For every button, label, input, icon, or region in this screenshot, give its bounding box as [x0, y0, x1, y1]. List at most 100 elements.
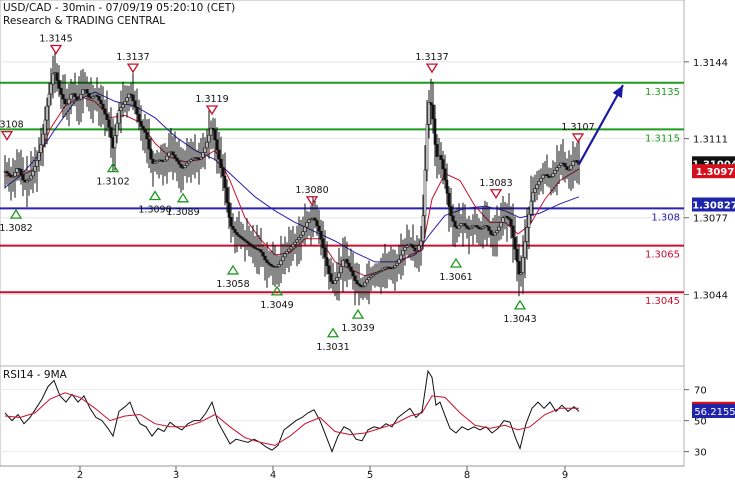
candle-body — [129, 93, 133, 96]
candle-body — [141, 125, 145, 130]
swing-high-label: 1.3107 — [561, 122, 594, 133]
x-tick-label: 5 — [367, 470, 373, 480]
candle-body — [201, 152, 205, 158]
price-y-tick-label: 1.3144 — [693, 58, 728, 69]
candle-body — [323, 247, 327, 258]
candle-body — [451, 215, 455, 222]
candle-body — [209, 127, 213, 136]
candle-body — [495, 230, 499, 234]
candle-body — [65, 103, 69, 105]
candle-body — [123, 101, 127, 105]
candle-body — [75, 96, 79, 101]
candle-body — [93, 94, 97, 98]
candle-body — [295, 239, 299, 243]
candle-body — [291, 244, 295, 248]
candle-body — [145, 132, 149, 140]
candle-body — [551, 173, 555, 177]
candle-body — [197, 158, 201, 160]
candle-body — [231, 226, 235, 230]
candle-body — [179, 163, 183, 168]
candle-body — [245, 240, 249, 243]
candle-body — [37, 152, 41, 161]
swing-high-label: 1.3137 — [116, 52, 149, 63]
candle-body — [21, 174, 25, 181]
candle-body — [103, 108, 107, 115]
candle-body — [347, 262, 351, 268]
candle-body — [217, 149, 221, 160]
candle-body — [101, 103, 105, 110]
candle-body — [187, 160, 191, 164]
candle-body — [45, 105, 49, 121]
candle-body — [345, 258, 349, 264]
candle-body — [533, 188, 537, 193]
candle-body — [251, 245, 255, 248]
candle-body — [139, 120, 143, 127]
candle-body — [41, 133, 45, 146]
candle-body — [537, 181, 541, 186]
swing-high-label: 1.3108 — [0, 120, 24, 131]
candle-body — [9, 174, 13, 178]
candle-body — [447, 193, 451, 207]
candle-body — [425, 124, 429, 171]
level-label: 1.3045 — [645, 296, 680, 307]
candle-body — [249, 243, 253, 247]
candle-body — [175, 157, 179, 162]
candle-body — [247, 242, 251, 245]
candle-body — [157, 159, 161, 162]
rsi-title: RSI14 - 9MA — [3, 369, 68, 381]
candle-body — [13, 172, 17, 177]
candle-body — [173, 154, 177, 159]
candle-body — [235, 232, 239, 236]
chart-stage: 1.3135 1.3115 1.308 1.3065 1.3045 1.3108 1.31… — [0, 0, 735, 480]
candle-body — [119, 107, 123, 111]
candle-body — [299, 234, 303, 238]
candle-body — [453, 220, 457, 227]
swing-low-label: 1.3102 — [96, 177, 129, 188]
swing-low-label: 1.3039 — [341, 323, 374, 334]
candle-body — [367, 277, 371, 281]
candle-body — [167, 151, 171, 157]
candle-body — [51, 73, 55, 85]
candle-body — [553, 170, 557, 174]
candle-body — [305, 222, 309, 228]
candle-body — [303, 226, 307, 232]
chart-title: USD/CAD - 30min - 07/09/19 05:20:10 (CET… — [3, 2, 235, 14]
candle-body — [499, 222, 503, 228]
swing-high-label: 1.3145 — [39, 34, 72, 45]
candle-body — [89, 96, 93, 99]
candle-body — [135, 106, 139, 115]
candle-body — [445, 179, 449, 194]
candle-body — [441, 159, 445, 170]
swing-low-label: 1.3089 — [166, 207, 199, 218]
candle-body — [229, 217, 233, 227]
candle-body — [497, 226, 501, 231]
candle-body — [365, 279, 369, 284]
candle-body — [237, 234, 241, 237]
candle-body — [429, 102, 433, 106]
rsi-y-tick-label: 30 — [694, 448, 707, 459]
candle-body — [7, 172, 11, 176]
candle-body — [47, 93, 51, 107]
candle-body — [199, 156, 203, 160]
candle-body — [511, 225, 515, 238]
candle-body — [517, 261, 521, 275]
candle-body — [527, 213, 531, 228]
candle-body — [177, 160, 181, 165]
candle-body — [189, 159, 193, 162]
candle-body — [131, 94, 135, 102]
candle-body — [193, 157, 197, 159]
candle-body — [81, 89, 85, 95]
candle-body — [325, 256, 329, 267]
candle-body — [115, 122, 119, 136]
candle-body — [283, 253, 287, 258]
candle-body — [571, 161, 575, 166]
candle-body — [161, 160, 165, 162]
swing-high-label: 1.3083 — [479, 178, 512, 189]
candle-body — [205, 141, 209, 149]
candle-body — [301, 231, 305, 236]
rsi-value-tag-label: 56.2155 — [694, 407, 735, 418]
candle-body — [153, 161, 157, 164]
candle-body — [563, 163, 567, 167]
candle-body — [289, 246, 293, 250]
candle-body — [241, 237, 245, 240]
